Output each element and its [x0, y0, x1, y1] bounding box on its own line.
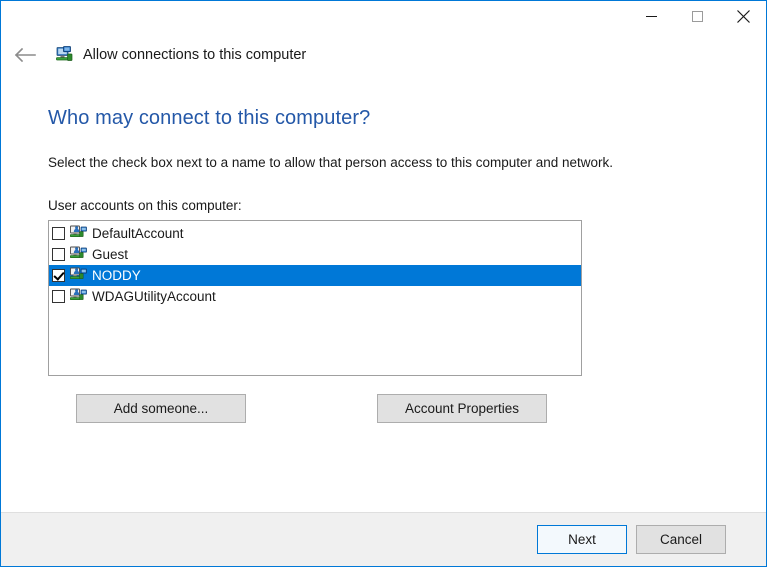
page-title: Who may connect to this computer?: [48, 107, 371, 129]
next-button[interactable]: Next: [537, 525, 627, 554]
maximize-icon: [691, 10, 703, 22]
list-action-buttons: Add someone... Account Properties: [48, 393, 582, 423]
back-arrow-icon: [14, 47, 36, 62]
remote-user-icon: [69, 225, 87, 241]
remote-user-icon: [69, 288, 87, 304]
footer-bar: Next Cancel: [1, 512, 766, 566]
account-checkbox[interactable]: [52, 247, 65, 261]
account-properties-button[interactable]: Account Properties: [377, 393, 547, 423]
list-item[interactable]: NODDY: [49, 264, 581, 286]
list-item[interactable]: DefaultAccount: [49, 223, 581, 244]
minimize-button[interactable]: [628, 1, 674, 31]
accounts-list-label: User accounts on this computer:: [48, 197, 242, 213]
cancel-button[interactable]: Cancel: [636, 525, 726, 554]
page-content: Who may connect to this computer? Select…: [1, 73, 766, 512]
account-checkbox[interactable]: [52, 289, 65, 303]
window-header: Allow connections to this computer: [1, 36, 766, 73]
account-name: NODDY: [92, 267, 141, 283]
account-name: WDAGUtilityAccount: [92, 288, 216, 304]
user-accounts-listbox[interactable]: DefaultAccount Guest NODDY WDAGUtilityAc…: [48, 219, 582, 376]
title-bar: [1, 1, 766, 36]
account-checkbox[interactable]: [52, 268, 65, 282]
instructions-text: Select the check box next to a name to a…: [48, 155, 614, 170]
remote-user-icon: [69, 267, 87, 283]
list-item[interactable]: Guest: [49, 244, 581, 265]
account-name: DefaultAccount: [92, 225, 184, 241]
remote-desktop-icon: [54, 45, 74, 65]
close-button[interactable]: [720, 1, 766, 31]
minimize-icon: [645, 15, 657, 17]
remote-user-icon: [69, 246, 87, 262]
list-item[interactable]: WDAGUtilityAccount: [49, 286, 581, 307]
account-name: Guest: [92, 246, 129, 262]
close-icon: [736, 9, 750, 23]
add-someone-button[interactable]: Add someone...: [76, 393, 246, 423]
allow-connections-window: Allow connections to this computer Who m…: [0, 0, 767, 567]
account-checkbox[interactable]: [52, 226, 65, 240]
back-button[interactable]: [12, 42, 38, 68]
maximize-button[interactable]: [674, 1, 720, 31]
window-title: Allow connections to this computer: [83, 46, 307, 63]
